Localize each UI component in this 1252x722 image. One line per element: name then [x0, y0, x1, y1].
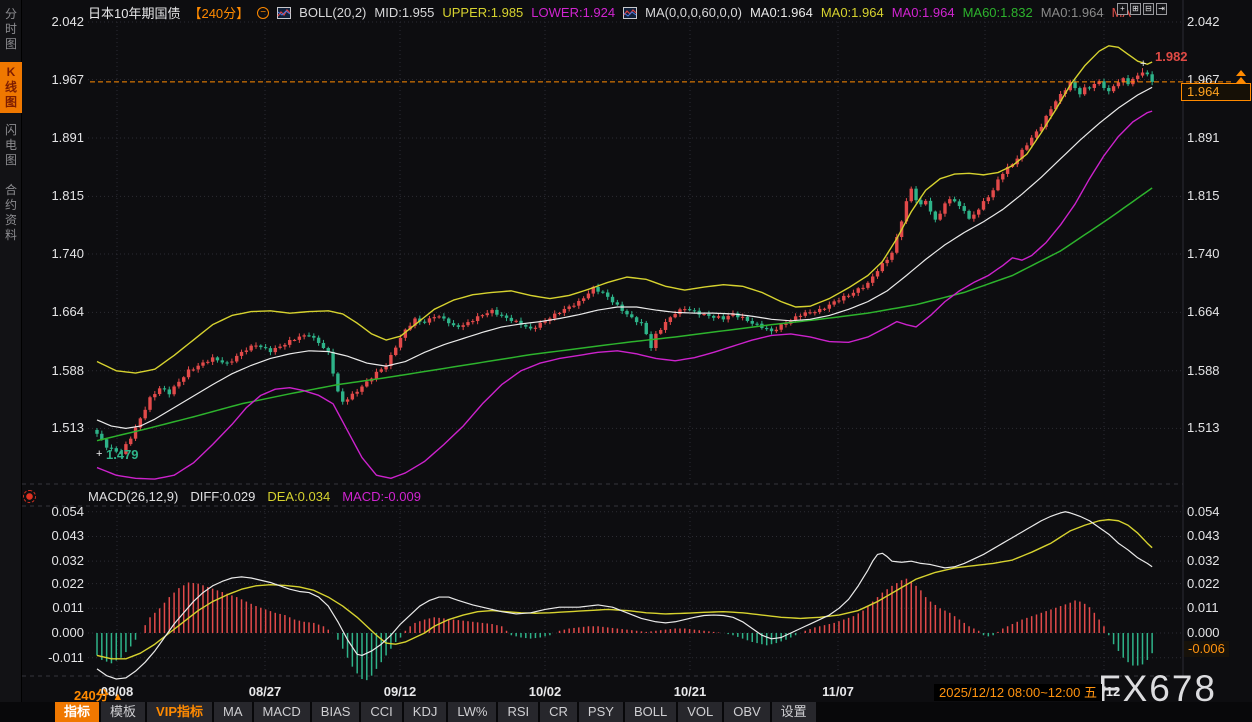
axis-left-label-1: 1.967 — [24, 72, 84, 87]
exit-chart-icon[interactable]: ⇥ — [1156, 3, 1167, 15]
boll-mid-value: MID:1.955 — [374, 5, 434, 20]
fit-vertical-icon[interactable]: ⊞ — [1130, 3, 1141, 15]
maxis-right-label-2: 0.032 — [1187, 553, 1249, 568]
boll-label: BOLL(20,2) — [299, 5, 366, 20]
fit-horizontal-icon[interactable]: ⊟ — [1143, 3, 1154, 15]
time-axis-label-5: 11/07 — [822, 684, 854, 699]
axis-left-label-0: 2.042 — [24, 14, 84, 29]
sidebar-item-2[interactable]: 闪电图 — [0, 120, 22, 171]
last-price-box: 1.964 — [1181, 83, 1251, 101]
axis-right-label-3: 1.815 — [1187, 188, 1249, 203]
high-marker-icon: + — [1140, 58, 1146, 70]
maxis-right-label-5: 0.000 — [1187, 625, 1249, 640]
axis-left-label-6: 1.588 — [24, 363, 84, 378]
toolbar-button-5[interactable]: BIAS — [312, 702, 362, 722]
ma-legend-icon[interactable] — [623, 7, 637, 19]
low-marker-icon: + — [96, 448, 102, 460]
triangle-up-icon — [1236, 77, 1246, 83]
toolbar-button-6[interactable]: CCI — [361, 702, 403, 722]
toolbar-button-1[interactable]: 模板 — [101, 702, 147, 722]
maxis-left-label-2: 0.032 — [24, 553, 84, 568]
toolbar-button-7[interactable]: KDJ — [404, 702, 449, 722]
toolbar-button-12[interactable]: BOLL — [625, 702, 678, 722]
axis-left-label-7: 1.513 — [24, 420, 84, 435]
ma-params-label: MA(0,0,0,60,0,0) — [645, 5, 742, 20]
axis-right-label-4: 1.740 — [1187, 246, 1249, 261]
maxis-left-label-0: 0.054 — [24, 504, 84, 519]
ma-value-2: MA0:1.964 — [892, 5, 955, 20]
macd-hist-value: MACD:-0.009 — [342, 489, 421, 504]
maxis-left-label-3: 0.022 — [24, 576, 84, 591]
boll-upper-value: UPPER:1.985 — [442, 5, 523, 20]
boll-legend-icon[interactable] — [277, 7, 291, 19]
macd-diff-value: DIFF:0.029 — [190, 489, 255, 504]
maxis-right-label-4: 0.011 — [1187, 600, 1249, 615]
ma-value-1: MA0:1.964 — [821, 5, 884, 20]
pan-icon[interactable]: + — [1117, 3, 1128, 15]
maxis-right-label-0: 0.054 — [1187, 504, 1249, 519]
time-axis-label-3: 10/02 — [529, 684, 562, 699]
indicator-toolbar: 指标模板VIP指标MAMACDBIASCCIKDJLW%RSICRPSYBOLL… — [0, 702, 1252, 722]
triangle-up-icon — [1236, 70, 1246, 76]
axis-right-label-0: 2.042 — [1187, 14, 1249, 29]
maxis-left-label-6: -0.011 — [24, 650, 84, 665]
macd-dea-value: DEA:0.034 — [267, 489, 330, 504]
toolbar-button-4[interactable]: MACD — [254, 702, 312, 722]
maxis-right-label-1: 0.043 — [1187, 528, 1249, 543]
maxis-left-label-5: 0.000 — [24, 625, 84, 640]
session-info-box: 2025/12/12 08:00~12:00 五 — [934, 684, 1102, 701]
toolbar-button-8[interactable]: LW% — [448, 702, 498, 722]
sidebar: 分时图 K线图闪电图合约资料 — [0, 0, 22, 702]
sidebar-item-3[interactable]: 合约资料 — [0, 180, 22, 246]
trading-app-window: 分时图 K线图闪电图合约资料 日本10年期国债 【240分】 − BOLL(20,… — [0, 0, 1252, 722]
toolbar-button-9[interactable]: RSI — [498, 702, 540, 722]
axis-right-label-7: 1.513 — [1187, 420, 1249, 435]
axis-left-label-2: 1.891 — [24, 130, 84, 145]
ma-values: MA0:1.964 MA0:1.964 MA0:1.964 MA60:1.832 MA0… — [750, 5, 1131, 20]
macd-last-value-box: -0.006 — [1184, 641, 1229, 657]
toolbar-button-11[interactable]: PSY — [579, 702, 625, 722]
time-axis-label-2: 09/12 — [384, 684, 417, 699]
toolbar-button-15[interactable]: 设置 — [772, 702, 818, 722]
maxis-left-label-1: 0.043 — [24, 528, 84, 543]
timeframe-label: 240分 — [74, 688, 109, 703]
collapse-header-icon[interactable]: − — [257, 7, 269, 19]
chart-window-controls: +⊞⊟⇥ — [1117, 3, 1167, 15]
macd-params-label: MACD(26,12,9) — [88, 489, 178, 504]
period-label: 【240分】 — [188, 3, 249, 22]
toolbar-button-2[interactable]: VIP指标 — [147, 702, 214, 722]
boll-lower-value: LOWER:1.924 — [531, 5, 615, 20]
time-axis-label-1: 08/27 — [249, 684, 282, 699]
axis-left-label-4: 1.740 — [24, 246, 84, 261]
toolbar-button-10[interactable]: CR — [540, 702, 579, 722]
axis-left-label-5: 1.664 — [24, 304, 84, 319]
axis-left-label-3: 1.815 — [24, 188, 84, 203]
session-low-label: 1.479 — [106, 447, 139, 462]
session-high-label: 1.982 — [1155, 49, 1188, 64]
sidebar-item-0[interactable]: 分时图 — [0, 4, 22, 55]
maxis-left-label-4: 0.011 — [24, 600, 84, 615]
toolbar-button-3[interactable]: MA — [214, 702, 254, 722]
ma-value-4: MA0:1.964 — [1041, 5, 1104, 20]
toolbar-button-14[interactable]: OBV — [724, 702, 771, 722]
instrument-title: 日本10年期国债 — [88, 3, 180, 22]
scroll-to-latest-button[interactable] — [1236, 70, 1246, 84]
chart-header: 日本10年期国债 【240分】 − BOLL(20,2) MID:1.955 U… — [88, 3, 1131, 22]
ma-value-0: MA0:1.964 — [750, 5, 813, 20]
toolbar-button-13[interactable]: VOL — [678, 702, 724, 722]
axis-right-label-5: 1.664 — [1187, 304, 1249, 319]
ma-value-3: MA60:1.832 — [963, 5, 1033, 20]
axis-right-label-2: 1.891 — [1187, 130, 1249, 145]
sidebar-item-1[interactable]: K线图 — [0, 62, 22, 113]
live-indicator-icon — [23, 490, 36, 503]
maxis-right-label-3: 0.022 — [1187, 576, 1249, 591]
time-axis-label-4: 10/21 — [674, 684, 707, 699]
macd-header: MACD(26,12,9) DIFF:0.029 DEA:0.034 MACD:… — [88, 489, 421, 504]
toolbar-button-0[interactable]: 指标 — [55, 702, 101, 722]
axis-right-label-6: 1.588 — [1187, 363, 1249, 378]
main-chart-canvas[interactable] — [0, 0, 1252, 702]
